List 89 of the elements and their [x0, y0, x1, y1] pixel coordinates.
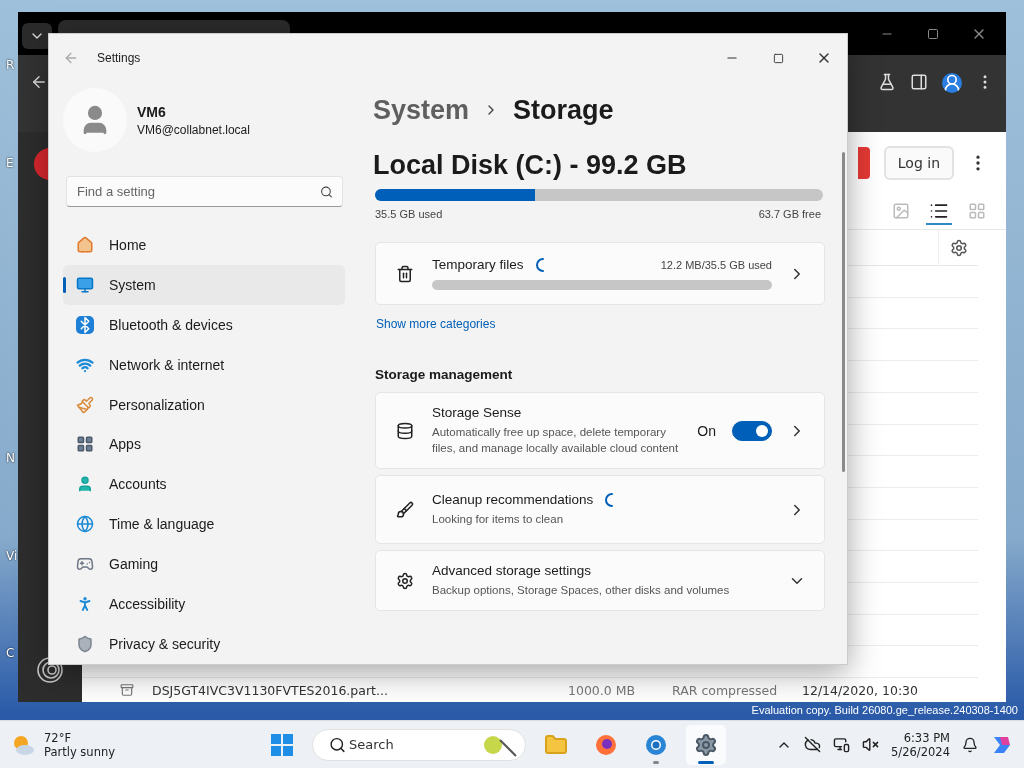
profile-icon[interactable]	[942, 73, 962, 93]
globe-icon	[76, 515, 94, 534]
browser-tab[interactable]	[58, 20, 290, 34]
settings-icon	[694, 732, 718, 757]
settings-icon	[396, 571, 414, 590]
window-title: Settings	[97, 51, 141, 65]
card-title: Advanced storage settings	[432, 563, 592, 578]
desktop-icon-label: Vi	[6, 549, 18, 563]
file-date: 12/14/2020, 10:30	[802, 682, 919, 698]
show-more-link[interactable]: Show more categories	[376, 317, 847, 331]
tab-list-button[interactable]	[22, 23, 52, 49]
breadcrumb-item: Storage	[513, 94, 614, 126]
file-size: 1000.0 MB	[568, 682, 637, 698]
nav-item[interactable]: Network & internet	[63, 344, 345, 385]
shield-icon	[76, 635, 94, 653]
search-icon	[329, 736, 346, 753]
search-field[interactable]: Find a setting	[66, 176, 343, 207]
disk-title: Local Disk (C:) - 99.2 GB	[373, 150, 687, 181]
desktop-icon-label: R	[6, 58, 15, 72]
user-name: VM6	[137, 103, 167, 120]
settings-card[interactable]: Storage Sense Automatically free up space, delete temporary files, and manage locally available cloud content On	[375, 392, 825, 469]
settings-icon[interactable]	[949, 238, 968, 257]
apps-icon	[76, 435, 94, 454]
card-description: Backup options, Storage Spaces, other disks and volumes	[432, 583, 731, 598]
nav-item[interactable]: System	[63, 264, 345, 305]
card-description: Automatically free up space, delete temporary files, and manage locally available cloud content	[432, 425, 680, 456]
nav-item[interactable]: Accessibility	[63, 584, 345, 625]
trash-icon	[396, 264, 414, 283]
scrollbar-thumb[interactable]	[842, 152, 845, 472]
desktop-icon-label: N	[6, 451, 15, 465]
nav-item[interactable]: Accounts	[63, 464, 345, 505]
nav-item[interactable]: Privacy & security	[63, 624, 345, 664]
settings-card[interactable]: Advanced storage settings Backup options, Storage Spaces, other disks and volumes	[375, 550, 825, 611]
mute-icon[interactable]	[862, 736, 880, 753]
breadcrumb-item[interactable]: System	[373, 94, 470, 126]
weather-condition: Partly sunny	[44, 744, 116, 759]
browser-icon	[644, 732, 668, 757]
maximize-icon[interactable]	[927, 28, 939, 40]
toggle-switch[interactable]	[732, 420, 772, 441]
desktop-icon-label: C	[6, 646, 15, 660]
clock[interactable]: 6:33 PM 5/26/2024	[891, 730, 950, 759]
image-icon	[892, 201, 910, 220]
primary-button[interactable]	[857, 147, 870, 179]
taskbar-search[interactable]: Search	[312, 728, 526, 761]
used-label: 35.5 GB used	[375, 208, 443, 220]
nav-item[interactable]: Bluetooth & devices	[63, 304, 345, 345]
taskbar-app[interactable]	[686, 724, 726, 765]
build-watermark: Evaluation copy. Build 26080.ge_release.240308-1400	[751, 704, 1018, 716]
usage-label: 12.2 MB/35.5 GB used	[660, 258, 772, 271]
file-type: RAR compressed	[672, 682, 779, 698]
person-icon	[76, 475, 94, 494]
nav-item[interactable]: Apps	[63, 424, 345, 465]
home-icon	[76, 235, 94, 254]
side-panel-icon[interactable]	[910, 73, 928, 91]
settings-card[interactable]: Cleanup recommendations Looking for items to clean	[375, 475, 825, 544]
broom-icon	[396, 500, 414, 519]
free-label: 63.7 GB free	[758, 208, 821, 220]
card-title: Storage Sense	[432, 405, 522, 420]
user-email: VM6@collabnet.local	[137, 122, 250, 137]
back-icon[interactable]	[30, 73, 48, 91]
temporary-files-card[interactable]: Temporary files 12.2 MB/35.5 GB used	[375, 242, 825, 305]
temperature: 72°F	[44, 730, 72, 745]
section-title: Storage management	[375, 367, 514, 382]
nav-item[interactable]: Home	[63, 225, 345, 265]
toggle-state-label: On	[697, 422, 716, 439]
search-icon	[320, 185, 333, 198]
windows-icon[interactable]	[271, 733, 293, 756]
monitor-icon[interactable]	[833, 736, 851, 753]
bluetooth-icon	[76, 315, 94, 334]
storage-icon	[396, 421, 414, 440]
flask-icon[interactable]	[878, 73, 896, 91]
monitor-icon	[76, 275, 94, 294]
card-title: Temporary files	[432, 257, 524, 272]
nav-item[interactable]: Time & language	[63, 504, 345, 545]
file-name: DSJ5GT4IVC3V1130FVTES2016.part...	[152, 682, 389, 698]
nav-item[interactable]: Personalization	[63, 384, 345, 425]
grid-icon	[968, 201, 986, 220]
folder-icon	[544, 732, 568, 757]
nav-item[interactable]: Gaming	[63, 544, 345, 585]
card-description: Looking for items to clean	[432, 512, 565, 527]
archive-icon	[120, 683, 134, 697]
login-button[interactable]: Log in	[883, 146, 954, 180]
cloud-off-icon[interactable]	[804, 736, 822, 753]
maximize-icon[interactable]	[772, 52, 784, 64]
desktop-icon-label: E	[6, 156, 14, 170]
paintbrush-icon	[76, 395, 94, 414]
browser-icon	[594, 732, 618, 757]
notification-icon[interactable]	[962, 736, 978, 753]
card-title: Cleanup recommendations	[432, 492, 594, 507]
